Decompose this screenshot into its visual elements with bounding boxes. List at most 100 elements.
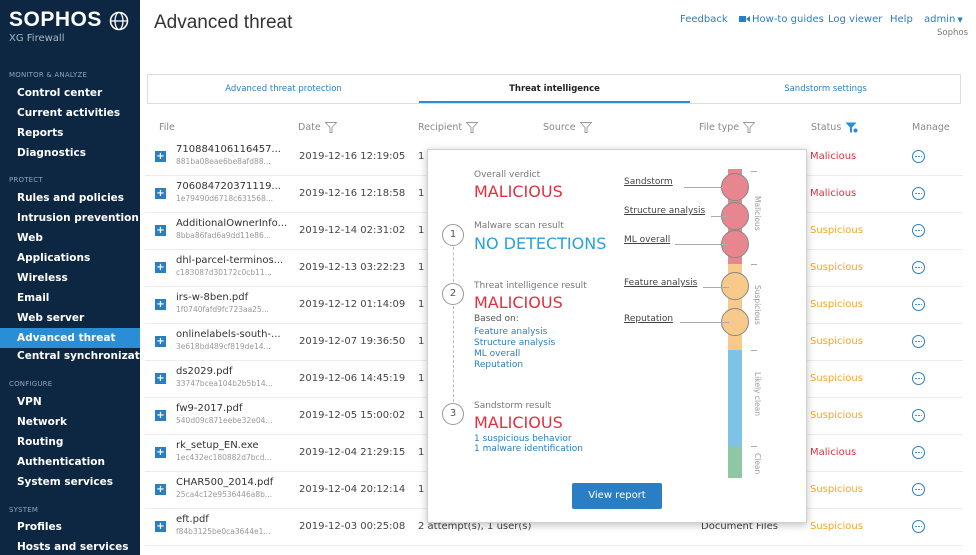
- expand-plus-icon[interactable]: +: [155, 188, 166, 199]
- status-badge: Malicious: [810, 188, 857, 199]
- file-recipient: 1: [418, 336, 425, 347]
- file-name: AdditionalOwnerInfo...: [176, 218, 288, 229]
- view-report-button[interactable]: View report: [572, 483, 662, 509]
- manage-more-icon[interactable]: [912, 261, 925, 274]
- file-recipient: 1: [418, 373, 425, 384]
- manage-more-icon[interactable]: [912, 446, 925, 459]
- manage-more-icon[interactable]: [912, 187, 925, 200]
- file-hash: 1ec432ec180882d7bcd...: [176, 453, 272, 462]
- file-recipient: 1: [418, 410, 425, 421]
- col-source[interactable]: Source: [543, 122, 592, 133]
- expand-plus-icon[interactable]: +: [155, 410, 166, 421]
- scale-label-ml-overall: ML overall: [624, 235, 671, 245]
- manage-more-icon[interactable]: [912, 372, 925, 385]
- manage-more-icon[interactable]: [912, 520, 925, 533]
- expand-plus-icon[interactable]: +: [155, 262, 166, 273]
- nav-email[interactable]: Email: [0, 288, 140, 308]
- nav-rules-and-policies[interactable]: Rules and policies: [0, 188, 140, 208]
- scale-tick: [751, 350, 757, 351]
- manage-more-icon[interactable]: [912, 409, 925, 422]
- status-badge: Suspicious: [810, 521, 863, 532]
- link-malware-identification[interactable]: 1 malware identification: [474, 444, 583, 454]
- tab-sandstorm-settings[interactable]: Sandstorm settings: [690, 75, 961, 103]
- col-status[interactable]: Status: [811, 122, 859, 133]
- manage-more-icon[interactable]: [912, 150, 925, 163]
- tab-advanced-threat-protection[interactable]: Advanced threat protection: [148, 75, 419, 103]
- col-recipient[interactable]: Recipient: [418, 122, 479, 133]
- malware-scan-label: Malware scan result: [474, 221, 564, 231]
- nav-current-activities[interactable]: Current activities: [0, 103, 140, 123]
- expand-plus-icon[interactable]: +: [155, 225, 166, 236]
- scale-label-feature-analysis: Feature analysis: [624, 278, 698, 288]
- filter-active-icon[interactable]: [845, 122, 859, 133]
- nav-web[interactable]: Web: [0, 228, 140, 248]
- nav-web-server[interactable]: Web server: [0, 308, 140, 328]
- how-to-guides-label: How-to guides: [752, 14, 824, 25]
- feedback-link[interactable]: Feedback: [680, 14, 728, 25]
- scale-vlabel-suspicious: Suspicious: [753, 285, 762, 325]
- file-recipient: 1: [418, 447, 425, 458]
- filter-icon[interactable]: [466, 122, 479, 133]
- scale-tick: [751, 446, 757, 447]
- col-date[interactable]: Date: [298, 122, 337, 133]
- how-to-guides-link[interactable]: How-to guides: [739, 14, 824, 25]
- filter-icon[interactable]: [579, 122, 592, 133]
- nav-control-center[interactable]: Control center: [0, 83, 140, 103]
- nav-network[interactable]: Network: [0, 412, 140, 432]
- nav-applications[interactable]: Applications: [0, 248, 140, 268]
- expand-plus-icon[interactable]: +: [155, 299, 166, 310]
- tab-bar: Advanced threat protection Threat intell…: [147, 74, 961, 104]
- expand-plus-icon[interactable]: +: [155, 484, 166, 495]
- filter-icon[interactable]: [324, 122, 337, 133]
- file-hash: 540d09c871eebe32e04...: [176, 416, 273, 425]
- user-org: Sophos: [936, 28, 968, 38]
- expand-plus-icon[interactable]: +: [155, 447, 166, 458]
- nav-system-services[interactable]: System services: [0, 472, 140, 492]
- nav-wireless[interactable]: Wireless: [0, 268, 140, 288]
- nav-hosts-and-services[interactable]: Hosts and services: [0, 537, 140, 555]
- admin-label: admin: [924, 14, 956, 25]
- nav-reports[interactable]: Reports: [0, 123, 140, 143]
- col-file-type[interactable]: File type: [699, 122, 756, 133]
- scale-connector: [675, 244, 729, 245]
- filter-icon[interactable]: [743, 122, 756, 133]
- nav-diagnostics[interactable]: Diagnostics: [0, 143, 140, 163]
- file-name: onlinelabels-south-...: [176, 329, 281, 340]
- manage-more-icon[interactable]: [912, 224, 925, 237]
- file-hash: 33747bcea104b2b5b14...: [176, 379, 273, 388]
- log-viewer-link[interactable]: Log viewer: [828, 14, 882, 25]
- manage-more-icon[interactable]: [912, 335, 925, 348]
- file-hash: c183087d30172c0cb11...: [176, 268, 272, 277]
- step-number-3: 3: [442, 403, 464, 425]
- manage-more-icon[interactable]: [912, 298, 925, 311]
- expand-plus-icon[interactable]: +: [155, 373, 166, 384]
- nav-intrusion-prevention[interactable]: Intrusion prevention: [0, 208, 140, 228]
- link-suspicious-behavior[interactable]: 1 suspicious behavior: [474, 434, 572, 444]
- col-file[interactable]: File: [159, 122, 175, 133]
- logo-subtitle: XG Firewall: [9, 33, 65, 44]
- nav-vpn[interactable]: VPN: [0, 392, 140, 412]
- help-link[interactable]: Help: [890, 14, 913, 25]
- nav-routing[interactable]: Routing: [0, 432, 140, 452]
- file-name: fw9-2017.pdf: [176, 403, 243, 414]
- link-structure-analysis[interactable]: Structure analysis: [474, 338, 555, 348]
- step-connector: [453, 247, 454, 282]
- expand-plus-icon[interactable]: +: [155, 151, 166, 162]
- file-recipient: 1: [418, 299, 425, 310]
- nav-advanced-threat[interactable]: Advanced threat: [0, 328, 140, 348]
- link-reputation[interactable]: Reputation: [474, 360, 523, 370]
- expand-plus-icon[interactable]: +: [155, 521, 166, 532]
- expand-plus-icon[interactable]: +: [155, 336, 166, 347]
- link-feature-analysis[interactable]: Feature analysis: [474, 327, 547, 337]
- manage-more-icon[interactable]: [912, 483, 925, 496]
- nav-profiles[interactable]: Profiles: [0, 517, 140, 537]
- scale-likely-clean-band: [728, 350, 742, 446]
- step-number-1: 1: [442, 224, 464, 246]
- admin-menu[interactable]: admin ▼: [924, 14, 963, 25]
- file-hash: 1f0740fafd9fc723aa25...: [176, 305, 269, 314]
- nav-central-synchronization[interactable]: Central synchronization: [0, 346, 140, 366]
- file-name: ds2029.pdf: [176, 366, 233, 377]
- nav-authentication[interactable]: Authentication: [0, 452, 140, 472]
- tab-threat-intelligence[interactable]: Threat intelligence: [419, 75, 690, 103]
- link-ml-overall[interactable]: ML overall: [474, 349, 520, 359]
